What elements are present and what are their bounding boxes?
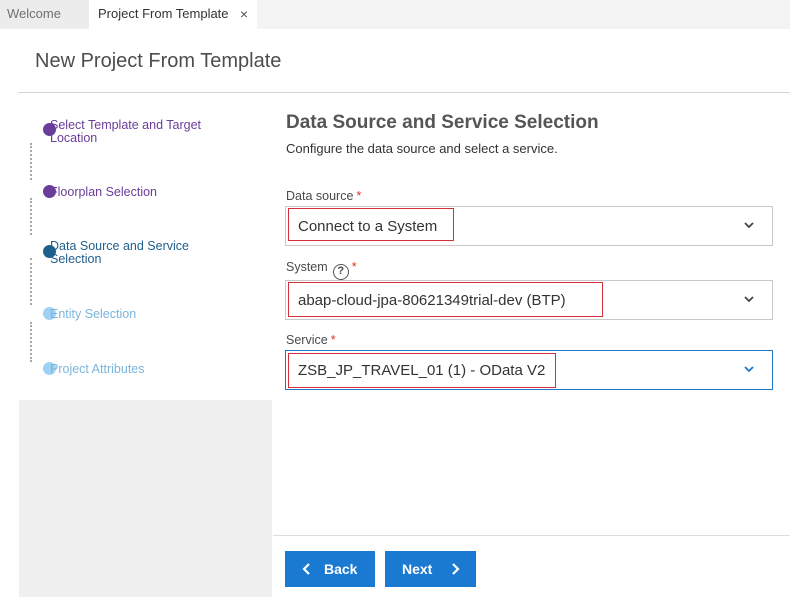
tab-project-from-template[interactable]: Project From Template × xyxy=(89,0,257,29)
tab-welcome[interactable]: Welcome xyxy=(0,0,89,29)
step-entity-selection: Entity Selection xyxy=(50,307,137,321)
system-label-text: System xyxy=(286,260,328,274)
footer-divider xyxy=(273,535,790,536)
section-title: Data Source and Service Selection xyxy=(286,112,599,133)
chevron-down-icon xyxy=(744,222,754,229)
chevron-left-icon xyxy=(302,563,310,575)
step-select-template[interactable]: Select Template and Target Location xyxy=(50,119,240,145)
close-icon[interactable]: × xyxy=(240,0,248,28)
chevron-down-icon xyxy=(744,366,754,373)
system-label: System? * xyxy=(286,260,357,280)
sidebar-empty-area xyxy=(19,400,272,597)
data-source-label: Data source * xyxy=(286,189,361,203)
step-connector xyxy=(30,258,32,305)
section-description: Configure the data source and select a s… xyxy=(286,141,558,156)
tab-welcome-label: Welcome xyxy=(7,6,61,21)
required-marker: * xyxy=(351,260,357,274)
step-floorplan[interactable]: Floorplan Selection xyxy=(50,186,240,199)
help-icon[interactable]: ? xyxy=(332,264,349,280)
step-data-source: Data Source and Service Selection xyxy=(50,239,189,266)
back-button[interactable]: Back xyxy=(285,551,375,587)
highlight-box xyxy=(288,282,603,317)
data-source-label-text: Data source xyxy=(286,189,354,203)
step-connector xyxy=(30,322,32,362)
tab-project-label: Project From Template xyxy=(98,6,229,21)
required-marker: * xyxy=(356,189,362,203)
chevron-right-icon xyxy=(452,563,460,575)
step-connector xyxy=(30,143,32,180)
tab-bar: Welcome Project From Template × xyxy=(0,0,790,29)
step-project-attributes: Project Attributes xyxy=(50,362,145,376)
page-title: New Project From Template xyxy=(35,50,282,72)
highlight-box xyxy=(288,208,454,241)
chevron-down-icon xyxy=(744,296,754,303)
next-button-label: Next xyxy=(402,561,433,577)
step-connector xyxy=(30,198,32,235)
title-divider xyxy=(18,92,790,93)
service-label-text: Service xyxy=(286,333,328,347)
required-marker: * xyxy=(330,333,336,347)
back-button-label: Back xyxy=(324,561,358,577)
next-button[interactable]: Next xyxy=(385,551,476,587)
highlight-box xyxy=(288,353,556,388)
service-label: Service * xyxy=(286,333,336,347)
